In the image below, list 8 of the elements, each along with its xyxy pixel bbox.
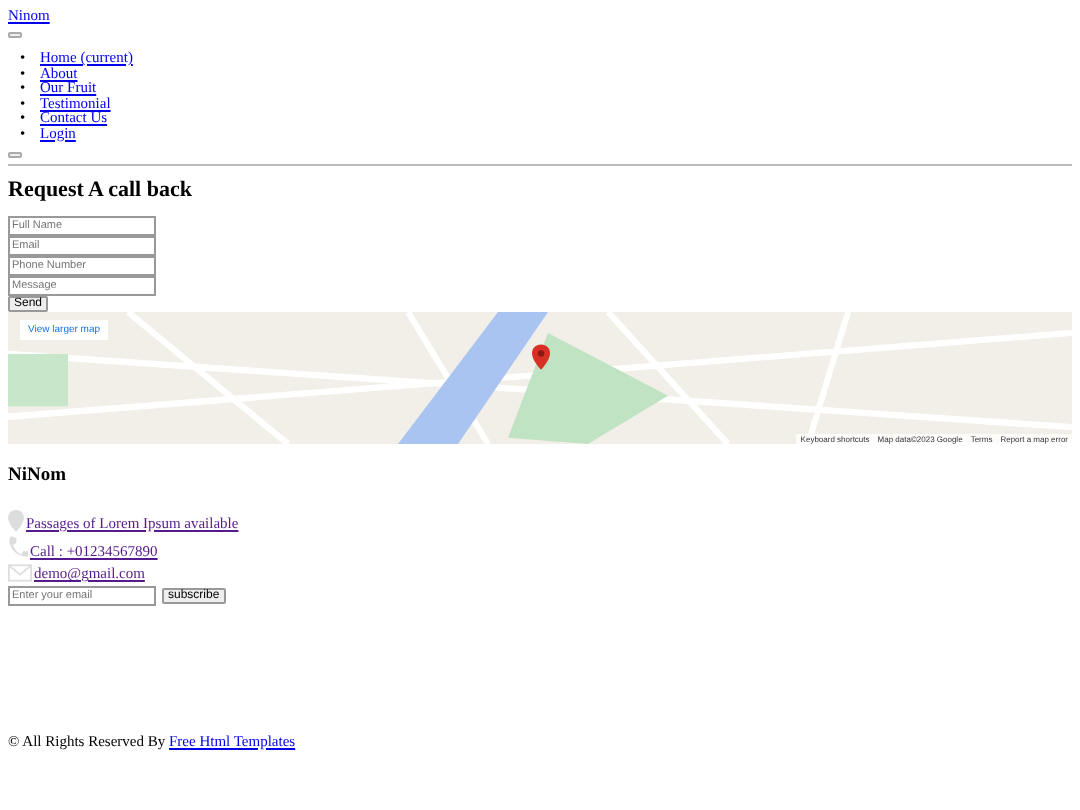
phone-icon [8,536,28,560]
footer-brand-heading: NiNom [8,466,69,486]
envelope-icon [8,564,32,582]
search-toggle-button[interactable] [8,152,22,158]
menu-toggle-button[interactable] [8,32,22,38]
location-pin-icon [8,510,24,532]
section-heading: Request A call back [8,178,194,202]
map-pin-icon [532,344,550,370]
